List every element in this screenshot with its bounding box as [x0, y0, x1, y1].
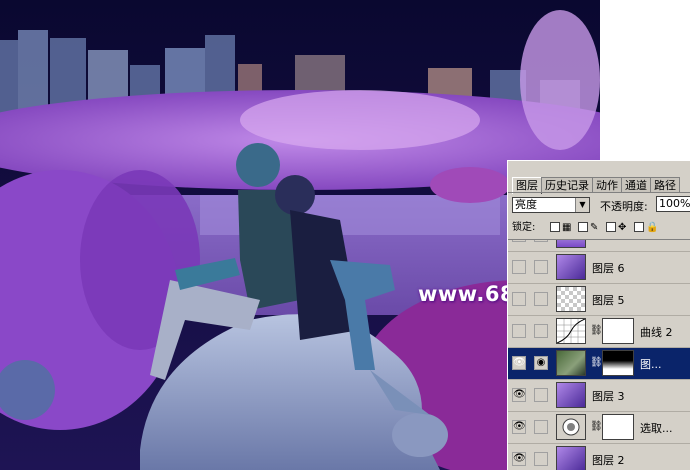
eye-icon[interactable]: 👁 [512, 388, 526, 402]
link-toggle[interactable] [534, 388, 548, 402]
link-toggle[interactable] [534, 420, 548, 434]
layer-name: 图层 2 [592, 454, 625, 467]
layer-mask-thumbnail[interactable] [602, 318, 634, 344]
layer-name: 选取... [640, 422, 673, 435]
brush-icon: ✎ [590, 222, 599, 233]
brush-icon[interactable]: ◉ [534, 356, 548, 370]
lock-label: 锁定: [512, 222, 536, 233]
layer-name: 图层 6 [592, 262, 625, 275]
link-toggle[interactable] [534, 260, 548, 274]
lock-transparency-checkbox[interactable] [550, 221, 560, 235]
lock-all-checkbox[interactable] [634, 221, 644, 235]
layers-panel: 图层 历史记录 动作 通道 路径 亮度 ▼ 不透明度: 100% 锁定: ▦ ✎… [507, 160, 690, 470]
lock-row: 锁定: ▦ ✎ ✥ 🔒 [512, 221, 690, 235]
adjustment-icon [556, 414, 586, 440]
lock-position-checkbox[interactable] [606, 221, 616, 235]
tab-channels[interactable]: 通道 [621, 177, 651, 193]
eye-icon[interactable] [512, 240, 526, 242]
blend-mode-select[interactable]: 亮度 ▼ [512, 197, 590, 213]
link-toggle[interactable] [534, 240, 548, 242]
layer-name: 图... [640, 358, 662, 371]
tab-paths[interactable]: 路径 [650, 177, 680, 193]
layer-row[interactable]: 👁 ◉ ⛓ 图... [508, 348, 690, 380]
tab-divider [508, 192, 690, 193]
curves-icon [556, 318, 586, 344]
chain-link-icon[interactable]: ⛓ [590, 421, 603, 432]
layer-thumbnail [556, 350, 586, 376]
eye-icon[interactable]: 👁 [512, 420, 526, 434]
layer-row[interactable]: 图层 6 [508, 252, 690, 284]
layer-name: 曲线 2 [640, 326, 673, 339]
layer-thumbnail [556, 240, 586, 248]
layer-name: 图层 5 [592, 294, 625, 307]
lock-pixels-checkbox[interactable] [578, 221, 588, 235]
link-toggle[interactable] [534, 452, 548, 466]
layer-row[interactable] [508, 240, 690, 252]
layer-mask-thumbnail[interactable] [602, 414, 634, 440]
layer-row[interactable]: 图层 5 [508, 284, 690, 316]
layer-row[interactable]: 👁 图层 3 [508, 380, 690, 412]
panel-tabs: 图层 历史记录 动作 通道 路径 [512, 177, 690, 194]
chevron-down-icon[interactable]: ▼ [575, 198, 589, 212]
chain-link-icon[interactable]: ⛓ [590, 357, 603, 368]
chain-link-icon[interactable]: ⛓ [590, 325, 603, 336]
eye-icon[interactable]: 👁 [512, 356, 526, 370]
layer-row[interactable]: ⛓ 曲线 2 [508, 316, 690, 348]
move-icon: ✥ [618, 222, 627, 233]
link-toggle[interactable] [534, 324, 548, 338]
layer-name: 图层 3 [592, 390, 625, 403]
layer-thumbnail [556, 254, 586, 280]
layers-list: 图层 6 图层 5 ⛓ 曲线 2 👁 ◉ ⛓ 图... 👁 图层 3 👁 ⛓ 选取... 👁 图层 2 [508, 239, 690, 470]
opacity-input[interactable]: 100% [656, 196, 690, 212]
tab-actions[interactable]: 动作 [592, 177, 622, 193]
layer-thumbnail [556, 382, 586, 408]
blend-mode-value: 亮度 [515, 198, 537, 211]
eye-icon[interactable] [512, 324, 526, 338]
layer-mask-thumbnail[interactable] [602, 350, 634, 376]
layer-row[interactable]: 👁 图层 2 [508, 444, 690, 470]
layer-thumbnail [556, 446, 586, 470]
lock-transparency-icon: ▦ [562, 222, 572, 233]
layer-thumbnail [556, 286, 586, 312]
eye-icon[interactable]: 👁 [512, 452, 526, 466]
eye-icon[interactable] [512, 260, 526, 274]
link-toggle[interactable] [534, 292, 548, 306]
tab-history[interactable]: 历史记录 [541, 177, 593, 193]
opacity-label: 不透明度: [600, 200, 648, 213]
lock-icon: 🔒 [646, 222, 659, 233]
eye-icon[interactable] [512, 292, 526, 306]
layer-row[interactable]: 👁 ⛓ 选取... [508, 412, 690, 444]
